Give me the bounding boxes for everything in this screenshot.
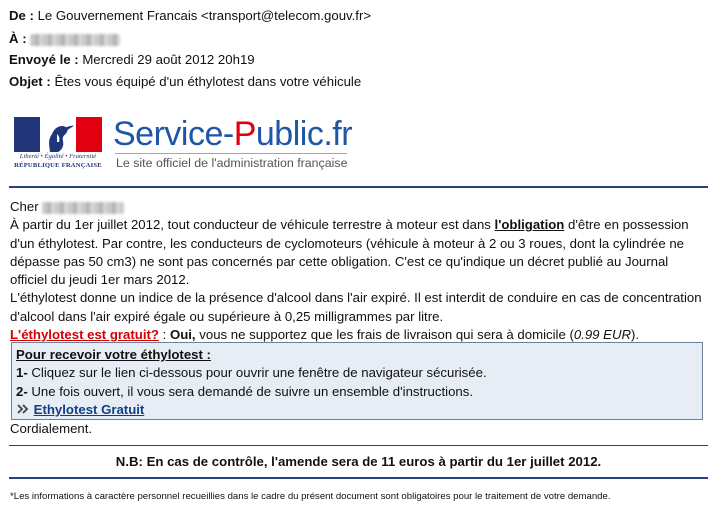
from-label: De : (9, 8, 34, 23)
to-label: À : (9, 31, 27, 46)
logo-republic: RÉPUBLIQUE FRANÇAISE (14, 162, 102, 169)
subject-label: Objet : (9, 74, 51, 89)
price: 0.99 EUR (573, 327, 632, 343)
paragraph-ethylotest: L'éthylotest donne un indice de la prése… (10, 290, 702, 324)
republique-francaise-logo: Liberté • Égalité • Fraternité RÉPUBLIQU… (14, 117, 102, 171)
cta-row: Ethylotest Gratuit (16, 401, 698, 419)
sent-value: Mercredi 29 août 2012 20h19 (82, 52, 255, 67)
closing: Cordialement. (10, 421, 93, 436)
service-public-wordmark: Service-Public.fr (113, 115, 353, 153)
instructions-box: Pour recevoir votre éthylotest : 1- Cliq… (11, 342, 703, 420)
nb-notice: N.B: En cas de contrôle, l'amende sera d… (9, 445, 708, 479)
from-value: Le Gouvernement Francais <transport@tele… (37, 8, 372, 23)
marianne-icon (49, 125, 74, 152)
greeting: Cher (10, 198, 706, 216)
paragraph-obligation: À partir du 1er juillet 2012, tout condu… (10, 217, 689, 288)
redacted-recipient (30, 33, 121, 46)
to-row: À : (9, 31, 121, 47)
from-row: De : Le Gouvernement Francais <transport… (9, 8, 371, 24)
footnote: *Les informations à caractère personnel … (10, 491, 611, 502)
double-chevron-icon (17, 404, 29, 414)
logo-motto: Liberté • Égalité • Fraternité (19, 153, 97, 160)
subject-row: Objet : Êtes vous équipé d'un éthylotest… (9, 74, 361, 90)
wordmark-underline (115, 153, 347, 154)
instructions-title: Pour recevoir votre éthylotest : (16, 347, 211, 362)
message-body: Cher À partir du 1er juillet 2012, tout … (10, 198, 706, 344)
sent-label: Envoyé le : (9, 52, 79, 67)
step-2: 2- Une fois ouvert, il vous sera demandé… (16, 383, 473, 399)
step-1: 1- Cliquez sur le lien ci-dessous pour o… (16, 365, 487, 381)
wordmark-tagline: Le site officiel de l'administration fra… (116, 156, 348, 170)
subject-value: Êtes vous équipé d'un éthylotest dans vo… (54, 74, 362, 89)
obligation-link[interactable]: l'obligation (495, 217, 565, 232)
ethylotest-gratuit-link[interactable]: Ethylotest Gratuit (34, 402, 145, 417)
sent-row: Envoyé le : Mercredi 29 août 2012 20h19 (9, 52, 255, 68)
header-divider (9, 186, 708, 188)
redacted-name (42, 201, 125, 214)
free-ethylotest-link[interactable]: L'éthylotest est gratuit? (10, 327, 159, 342)
